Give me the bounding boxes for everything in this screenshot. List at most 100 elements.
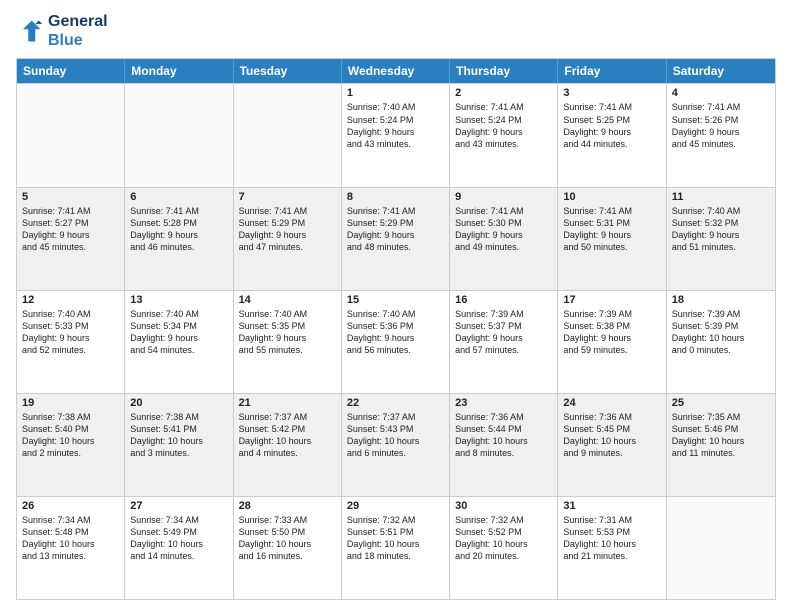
day-number: 12 bbox=[22, 294, 119, 306]
weekday-header: Wednesday bbox=[342, 59, 450, 83]
cell-info: Sunrise: 7:41 AM Sunset: 5:28 PM Dayligh… bbox=[130, 205, 227, 254]
cell-info: Sunrise: 7:39 AM Sunset: 5:38 PM Dayligh… bbox=[563, 308, 660, 357]
cell-info: Sunrise: 7:41 AM Sunset: 5:24 PM Dayligh… bbox=[455, 101, 552, 150]
calendar-cell: 24 Sunrise: 7:36 AM Sunset: 5:45 PM Dayli… bbox=[558, 394, 666, 496]
day-number: 18 bbox=[672, 294, 770, 306]
cell-info: Sunrise: 7:40 AM Sunset: 5:24 PM Dayligh… bbox=[347, 101, 444, 150]
day-number: 14 bbox=[239, 294, 336, 306]
cell-info: Sunrise: 7:32 AM Sunset: 5:51 PM Dayligh… bbox=[347, 514, 444, 563]
calendar-cell: 10Sunrise: 7:41 AM Sunset: 5:31 PM Dayli… bbox=[558, 188, 666, 290]
calendar-cell: 8 Sunrise: 7:41 AM Sunset: 5:29 PM Daylig… bbox=[342, 188, 450, 290]
calendar-body: 1 Sunrise: 7:40 AM Sunset: 5:24 PM Daylig… bbox=[17, 83, 775, 599]
calendar-cell: 28 Sunrise: 7:33 AM Sunset: 5:50 PM Dayli… bbox=[234, 497, 342, 599]
calendar-cell: 23 Sunrise: 7:36 AM Sunset: 5:44 PM Dayli… bbox=[450, 394, 558, 496]
calendar-cell: 25 Sunrise: 7:35 AM Sunset: 5:46 PM Dayli… bbox=[667, 394, 775, 496]
day-number: 30 bbox=[455, 500, 552, 512]
calendar-header: SundayMondayTuesdayWednesdayThursdayFrid… bbox=[17, 59, 775, 83]
calendar-cell: 18Sunrise: 7:39 AM Sunset: 5:39 PM Dayli… bbox=[667, 291, 775, 393]
day-number: 24 bbox=[563, 397, 660, 409]
cell-info: Sunrise: 7:38 AM Sunset: 5:41 PM Dayligh… bbox=[130, 411, 227, 460]
cell-info: Sunrise: 7:38 AM Sunset: 5:40 PM Dayligh… bbox=[22, 411, 119, 460]
calendar-cell: 4 Sunrise: 7:41 AM Sunset: 5:26 PM Daylig… bbox=[667, 84, 775, 186]
calendar-cell: 30 Sunrise: 7:32 AM Sunset: 5:52 PM Dayli… bbox=[450, 497, 558, 599]
day-number: 17 bbox=[563, 294, 660, 306]
cell-info: Sunrise: 7:41 AM Sunset: 5:31 PM Dayligh… bbox=[563, 205, 660, 254]
cell-info: Sunrise: 7:35 AM Sunset: 5:46 PM Dayligh… bbox=[672, 411, 770, 460]
calendar-cell: 22 Sunrise: 7:37 AM Sunset: 5:43 PM Dayli… bbox=[342, 394, 450, 496]
calendar-cell: 29 Sunrise: 7:32 AM Sunset: 5:51 PM Dayli… bbox=[342, 497, 450, 599]
calendar-row: 26 Sunrise: 7:34 AM Sunset: 5:48 PM Dayli… bbox=[17, 496, 775, 599]
cell-info: Sunrise: 7:32 AM Sunset: 5:52 PM Dayligh… bbox=[455, 514, 552, 563]
calendar-cell: 1 Sunrise: 7:40 AM Sunset: 5:24 PM Daylig… bbox=[342, 84, 450, 186]
calendar-row: 5 Sunrise: 7:41 AM Sunset: 5:27 PM Daylig… bbox=[17, 187, 775, 290]
day-number: 6 bbox=[130, 191, 227, 203]
empty-cell bbox=[667, 497, 775, 599]
day-number: 11 bbox=[672, 191, 770, 203]
calendar: SundayMondayTuesdayWednesdayThursdayFrid… bbox=[16, 58, 776, 600]
calendar-cell: 20 Sunrise: 7:38 AM Sunset: 5:41 PM Dayli… bbox=[125, 394, 233, 496]
weekday-header: Sunday bbox=[17, 59, 125, 83]
calendar-cell: 19 Sunrise: 7:38 AM Sunset: 5:40 PM Dayli… bbox=[17, 394, 125, 496]
cell-info: Sunrise: 7:41 AM Sunset: 5:26 PM Dayligh… bbox=[672, 101, 770, 150]
weekday-header: Friday bbox=[558, 59, 666, 83]
day-number: 19 bbox=[22, 397, 119, 409]
calendar-cell: 6 Sunrise: 7:41 AM Sunset: 5:28 PM Daylig… bbox=[125, 188, 233, 290]
calendar-cell: 16 Sunrise: 7:39 AM Sunset: 5:37 PM Dayli… bbox=[450, 291, 558, 393]
calendar-cell: 26 Sunrise: 7:34 AM Sunset: 5:48 PM Dayli… bbox=[17, 497, 125, 599]
calendar-cell: 9 Sunrise: 7:41 AM Sunset: 5:30 PM Daylig… bbox=[450, 188, 558, 290]
cell-info: Sunrise: 7:41 AM Sunset: 5:27 PM Dayligh… bbox=[22, 205, 119, 254]
cell-info: Sunrise: 7:31 AM Sunset: 5:53 PM Dayligh… bbox=[563, 514, 660, 563]
weekday-header: Thursday bbox=[450, 59, 558, 83]
day-number: 23 bbox=[455, 397, 552, 409]
cell-info: Sunrise: 7:40 AM Sunset: 5:35 PM Dayligh… bbox=[239, 308, 336, 357]
calendar-cell: 5 Sunrise: 7:41 AM Sunset: 5:27 PM Daylig… bbox=[17, 188, 125, 290]
cell-info: Sunrise: 7:41 AM Sunset: 5:29 PM Dayligh… bbox=[347, 205, 444, 254]
calendar-cell: 21Sunrise: 7:37 AM Sunset: 5:42 PM Dayli… bbox=[234, 394, 342, 496]
cell-info: Sunrise: 7:34 AM Sunset: 5:49 PM Dayligh… bbox=[130, 514, 227, 563]
day-number: 9 bbox=[455, 191, 552, 203]
day-number: 15 bbox=[347, 294, 444, 306]
day-number: 4 bbox=[672, 87, 770, 99]
cell-info: Sunrise: 7:39 AM Sunset: 5:37 PM Dayligh… bbox=[455, 308, 552, 357]
day-number: 27 bbox=[130, 500, 227, 512]
cell-info: Sunrise: 7:36 AM Sunset: 5:45 PM Dayligh… bbox=[563, 411, 660, 460]
calendar-cell: 14 Sunrise: 7:40 AM Sunset: 5:35 PM Dayli… bbox=[234, 291, 342, 393]
weekday-header: Tuesday bbox=[234, 59, 342, 83]
day-number: 7 bbox=[239, 191, 336, 203]
empty-cell bbox=[125, 84, 233, 186]
cell-info: Sunrise: 7:40 AM Sunset: 5:36 PM Dayligh… bbox=[347, 308, 444, 357]
cell-info: Sunrise: 7:33 AM Sunset: 5:50 PM Dayligh… bbox=[239, 514, 336, 563]
calendar-cell: 3Sunrise: 7:41 AM Sunset: 5:25 PM Daylig… bbox=[558, 84, 666, 186]
cell-info: Sunrise: 7:34 AM Sunset: 5:48 PM Dayligh… bbox=[22, 514, 119, 563]
page-container: General Blue SundayMondayTuesdayWednesda… bbox=[0, 0, 792, 612]
day-number: 16 bbox=[455, 294, 552, 306]
cell-info: Sunrise: 7:41 AM Sunset: 5:25 PM Dayligh… bbox=[563, 101, 660, 150]
day-number: 8 bbox=[347, 191, 444, 203]
calendar-row: 19 Sunrise: 7:38 AM Sunset: 5:40 PM Dayli… bbox=[17, 393, 775, 496]
day-number: 1 bbox=[347, 87, 444, 99]
logo-text: General Blue bbox=[48, 12, 108, 50]
page-header: General Blue bbox=[16, 12, 776, 50]
weekday-header: Saturday bbox=[667, 59, 775, 83]
day-number: 28 bbox=[239, 500, 336, 512]
calendar-cell: 17 Sunrise: 7:39 AM Sunset: 5:38 PM Dayli… bbox=[558, 291, 666, 393]
day-number: 5 bbox=[22, 191, 119, 203]
day-number: 13 bbox=[130, 294, 227, 306]
day-number: 29 bbox=[347, 500, 444, 512]
empty-cell bbox=[234, 84, 342, 186]
cell-info: Sunrise: 7:40 AM Sunset: 5:32 PM Dayligh… bbox=[672, 205, 770, 254]
calendar-cell: 11 Sunrise: 7:40 AM Sunset: 5:32 PM Dayli… bbox=[667, 188, 775, 290]
cell-info: Sunrise: 7:41 AM Sunset: 5:29 PM Dayligh… bbox=[239, 205, 336, 254]
day-number: 26 bbox=[22, 500, 119, 512]
cell-info: Sunrise: 7:37 AM Sunset: 5:42 PM Dayligh… bbox=[239, 411, 336, 460]
day-number: 25 bbox=[672, 397, 770, 409]
cell-info: Sunrise: 7:36 AM Sunset: 5:44 PM Dayligh… bbox=[455, 411, 552, 460]
day-number: 31 bbox=[563, 500, 660, 512]
logo: General Blue bbox=[16, 12, 108, 50]
calendar-row: 12Sunrise: 7:40 AM Sunset: 5:33 PM Dayli… bbox=[17, 290, 775, 393]
day-number: 20 bbox=[130, 397, 227, 409]
day-number: 22 bbox=[347, 397, 444, 409]
cell-info: Sunrise: 7:41 AM Sunset: 5:30 PM Dayligh… bbox=[455, 205, 552, 254]
calendar-row: 1 Sunrise: 7:40 AM Sunset: 5:24 PM Daylig… bbox=[17, 83, 775, 186]
cell-info: Sunrise: 7:37 AM Sunset: 5:43 PM Dayligh… bbox=[347, 411, 444, 460]
